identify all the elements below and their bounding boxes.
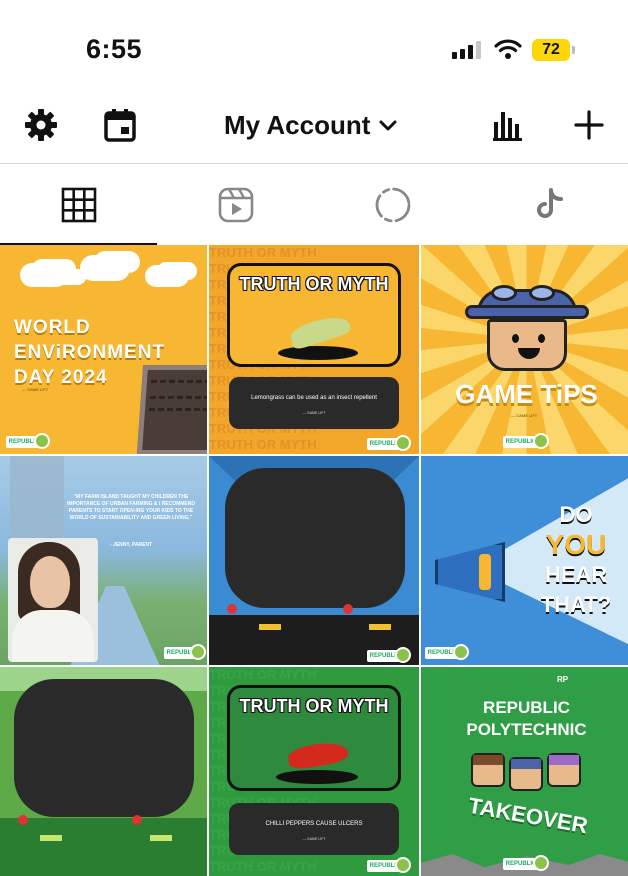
pedestal <box>278 346 358 360</box>
posts-grid: WORLD ENViRONMENT DAY 2024 — GAME LIFT R… <box>0 245 628 876</box>
game-logo <box>533 433 549 449</box>
avatar-2 <box>509 757 543 791</box>
post-republic-polytechnic-takeover[interactable]: RP REPUBLIC POLYTECHNIC TAKEOVER REPUBLI… <box>421 667 628 876</box>
post-heading: TRUTH OR MYTH <box>239 696 389 716</box>
megaphone-icon <box>435 542 505 602</box>
question-card: TRUTH OR MYTH <box>227 685 401 791</box>
gear-icon[interactable] <box>24 108 58 142</box>
status-time: 6:55 <box>86 34 143 64</box>
game-logo <box>453 644 469 660</box>
post-truth-or-myth-lemongrass[interactable]: TRUTH OR MYTHTRUTH OR MYTHTRUTH OR MYTHT… <box>209 245 419 454</box>
game-logo <box>34 433 50 449</box>
post-heading: TRUTH OR MYTH <box>239 274 389 294</box>
game-logo <box>395 857 411 873</box>
calendar-icon[interactable] <box>104 108 136 142</box>
tab-grid[interactable] <box>0 165 157 245</box>
game-logo <box>190 644 206 660</box>
content-tabs <box>0 165 628 245</box>
grid-icon <box>61 187 96 223</box>
game-logo <box>395 647 411 663</box>
post-headline: DO YOU HEAR THAT? <box>540 502 612 617</box>
avatar-face <box>487 319 567 371</box>
pedestal <box>276 770 358 784</box>
hat-brim <box>465 305 589 319</box>
dashed-circle-icon <box>375 187 410 223</box>
tab-reels[interactable] <box>157 165 314 245</box>
post-subheadline: TAKEOVER <box>466 792 590 839</box>
game-logo <box>395 435 411 451</box>
post-credit: — GAME LIFT <box>22 387 49 392</box>
post-caption: Lemongrass can be used as an insect repe… <box>251 395 377 401</box>
post-credit: — GAME LIFT <box>302 837 326 841</box>
tab-stories[interactable] <box>314 165 471 245</box>
avatar-1 <box>471 753 505 787</box>
question-card: TRUTH OR MYTH <box>227 263 401 367</box>
reels-icon <box>218 187 253 223</box>
top-nav-bar: My Account <box>0 96 628 164</box>
arcade-screen <box>225 468 405 608</box>
arcade-panel <box>0 818 207 876</box>
cellular-signal-icon <box>452 41 481 59</box>
answer-card: CHILLI PEPPERS CAUSE ULCERS — GAME LIFT <box>229 803 399 855</box>
arcade-screen <box>14 679 194 817</box>
post-parent-testimonial[interactable]: "MY FARM ISLAND TAUGHT MY CHILDREN THE I… <box>0 456 207 665</box>
testimonial-quote: "MY FARM ISLAND TAUGHT MY CHILDREN THE I… <box>67 494 195 521</box>
chilli-illustration <box>286 738 350 772</box>
testimonial-author: - JENNY, PARENT <box>110 542 153 548</box>
post-truth-or-myth-chilli[interactable]: TRUTH OR MYTHTRUTH OR MYTHTRUTH OR MYTHT… <box>209 667 419 876</box>
post-arcade-screen-blue[interactable]: REPUBLIC <box>209 456 419 665</box>
post-caption: CHILLI PEPPERS CAUSE ULCERS <box>265 821 363 827</box>
post-do-you-hear-that[interactable]: DO YOU HEAR THAT? REPUBLIC <box>421 456 628 665</box>
post-game-tips[interactable]: GAME TiPS — GAME LIFT REPUBLIC <box>421 245 628 454</box>
post-credit: — GAME LIFT <box>511 413 538 418</box>
insights-chart-icon[interactable] <box>492 108 524 142</box>
battery-level: 72 <box>532 39 570 61</box>
soil-illustration <box>136 365 207 454</box>
parent-photo <box>8 538 98 662</box>
tab-tiktok[interactable] <box>471 165 628 245</box>
chevron-down-icon <box>379 120 397 130</box>
battery-icon: 72 <box>532 39 576 61</box>
post-credit: — GAME LIFT <box>302 411 326 415</box>
post-headline: REPUBLIC POLYTECHNIC <box>466 698 587 739</box>
avatar-3 <box>547 753 581 787</box>
lemongrass-illustration <box>288 311 352 351</box>
status-bar: 6:55 72 <box>0 0 628 96</box>
wifi-icon <box>494 39 522 59</box>
add-icon[interactable] <box>574 110 604 140</box>
post-headline: GAME TiPS <box>455 379 598 409</box>
post-world-environment-day[interactable]: WORLD ENViRONMENT DAY 2024 — GAME LIFT R… <box>0 245 207 454</box>
post-arcade-screen-green[interactable] <box>0 667 207 876</box>
account-switcher[interactable]: My Account <box>224 110 398 141</box>
answer-card: Lemongrass can be used as an insect repe… <box>229 377 399 429</box>
rp-emblem: RP <box>557 675 569 684</box>
account-title: My Account <box>224 110 371 140</box>
tiktok-icon <box>536 188 563 218</box>
game-logo <box>533 855 549 871</box>
